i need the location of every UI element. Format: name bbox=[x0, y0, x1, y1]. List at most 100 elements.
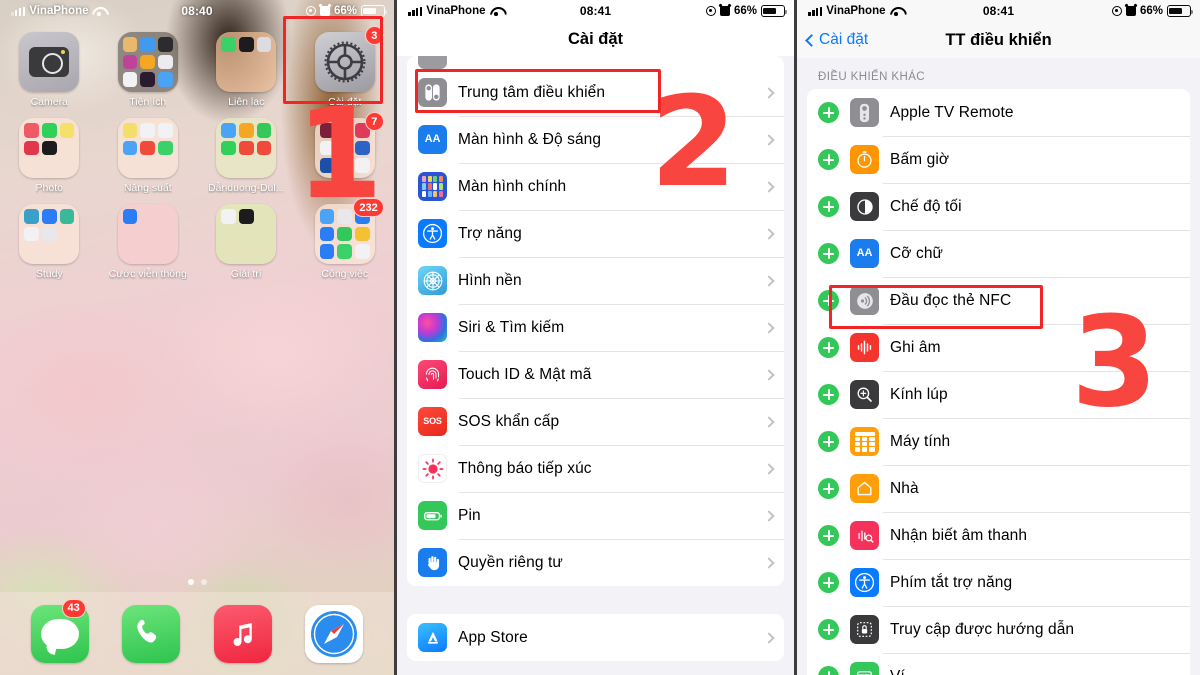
cc-row-text-size[interactable]: AA Cỡ chữ bbox=[807, 230, 1190, 277]
cc-row-nfc-reader[interactable]: Đầu đọc thẻ NFC bbox=[807, 277, 1190, 324]
add-control-button[interactable] bbox=[818, 619, 840, 640]
settings-row-label: Trợ năng bbox=[458, 224, 522, 242]
home-screen-icon bbox=[418, 172, 448, 201]
cc-row-label: Ghi âm bbox=[890, 338, 941, 356]
cc-row-label: Chế độ tối bbox=[890, 197, 962, 215]
alarm-icon bbox=[720, 6, 730, 16]
add-control-button[interactable] bbox=[818, 572, 840, 593]
location-icon bbox=[706, 6, 716, 16]
sos-icon: SOS bbox=[418, 407, 448, 436]
folder-tien-ich[interactable]: Tiện ích bbox=[105, 32, 191, 108]
timer-icon bbox=[850, 145, 880, 174]
add-control-button[interactable] bbox=[818, 290, 840, 311]
dock-app-music[interactable] bbox=[213, 604, 273, 663]
accessibility-icon bbox=[418, 219, 448, 248]
folder-photo[interactable]: Photo bbox=[6, 118, 92, 194]
settings-scroll-area[interactable]: Trung tâm điều khiển AA Màn hình & Độ sá… bbox=[397, 56, 794, 661]
panel-control-center-settings: VinaPhone 08:41 66% Cài đặt TT điều khiể… bbox=[797, 0, 1200, 675]
app-label: Cước viễn thông bbox=[108, 268, 187, 280]
settings-row-home-screen[interactable]: Màn hình chính bbox=[407, 163, 785, 210]
settings-row-touch-id[interactable]: Touch ID & Mật mã bbox=[407, 351, 785, 398]
chevron-right-icon bbox=[763, 556, 775, 569]
chevron-right-icon bbox=[763, 321, 775, 334]
app-camera[interactable]: Camera bbox=[6, 32, 92, 108]
settings-row-control-center[interactable]: Trung tâm điều khiển bbox=[407, 69, 785, 116]
add-control-button[interactable] bbox=[818, 384, 840, 405]
page-dot bbox=[187, 579, 194, 585]
chevron-right-icon bbox=[763, 631, 775, 644]
chevron-right-icon bbox=[763, 180, 775, 193]
settings-row-wallpaper[interactable]: Hình nền bbox=[407, 257, 785, 304]
battery-percent: 66% bbox=[1139, 5, 1163, 17]
folder-nang-suat[interactable]: Năng suất bbox=[105, 118, 191, 194]
app-label: Cài đặt bbox=[328, 96, 362, 108]
settings-row-battery[interactable]: Pin bbox=[407, 492, 785, 539]
cc-row-timer[interactable]: Bấm giờ bbox=[807, 136, 1190, 183]
add-control-button[interactable] bbox=[818, 243, 840, 264]
app-label: Công việc bbox=[321, 268, 369, 280]
battery-percent: 66% bbox=[334, 5, 358, 17]
cc-row-dark-mode[interactable]: Chế độ tối bbox=[807, 183, 1190, 230]
add-control-button[interactable] bbox=[818, 102, 840, 123]
settings-row-display-brightness[interactable]: AA Màn hình & Độ sáng bbox=[407, 116, 785, 163]
settings-row-app-store[interactable]: App Store bbox=[407, 614, 785, 661]
status-bar-right: 66% bbox=[706, 5, 788, 17]
folder-study[interactable]: Study bbox=[6, 204, 92, 280]
cc-row-label: Máy tính bbox=[890, 432, 951, 450]
settings-row-accessibility[interactable]: Trợ năng bbox=[407, 210, 785, 257]
cc-more-controls-group: Apple TV Remote Bấm giờ Chế độ tối AA Cỡ… bbox=[807, 89, 1190, 675]
settings-row-label: Thông báo tiếp xúc bbox=[458, 459, 592, 477]
dock-app-phone[interactable] bbox=[121, 604, 181, 663]
battery-icon bbox=[418, 501, 448, 530]
app-row: Study Cước viễn thông Giải trí 232 Công … bbox=[0, 198, 394, 280]
control-center-icon bbox=[418, 78, 448, 107]
add-control-button[interactable] bbox=[818, 666, 840, 675]
settings-row-label: Siri & Tìm kiếm bbox=[458, 318, 565, 336]
dock-app-safari[interactable] bbox=[304, 604, 364, 663]
app-row: Camera Tiện ích Liên lạc 3 Cài đặt bbox=[0, 26, 394, 108]
cc-row-home-app[interactable]: Nhà bbox=[807, 465, 1190, 512]
settings-row-emergency-sos[interactable]: SOS SOS khẩn cấp bbox=[407, 398, 785, 445]
siri-icon bbox=[418, 313, 448, 342]
alarm-icon bbox=[1125, 6, 1136, 16]
chevron-right-icon bbox=[763, 227, 775, 240]
back-button[interactable]: Cài đặt bbox=[805, 31, 868, 49]
cc-row-accessibility-shortcut[interactable]: Phím tắt trợ năng bbox=[807, 559, 1190, 606]
guided-access-icon bbox=[850, 615, 880, 644]
dock-app-messages[interactable]: 43 bbox=[30, 598, 90, 663]
folder-cong-viec[interactable]: 232 Công việc bbox=[302, 198, 388, 280]
cc-row-label: Nhận biết âm thanh bbox=[890, 526, 1028, 544]
cc-row-guided-access[interactable]: Truy cập được hướng dẫn bbox=[807, 606, 1190, 653]
app-label: Liên lạc bbox=[228, 96, 265, 108]
folder-dan-duong[interactable]: Dẫnduong-Dul... bbox=[203, 118, 289, 194]
section-header-more-controls: ĐIỀU KHIỂN KHÁC bbox=[818, 71, 925, 83]
settings-row-exposure-notifications[interactable]: Thông báo tiếp xúc bbox=[407, 445, 785, 492]
add-control-button[interactable] bbox=[818, 431, 840, 452]
badge-count: 3 bbox=[364, 26, 384, 45]
folder-icon bbox=[117, 204, 178, 264]
add-control-button[interactable] bbox=[818, 337, 840, 358]
folder-lien-lac[interactable]: Liên lạc bbox=[203, 32, 289, 108]
cc-row-wallet[interactable]: Ví bbox=[807, 653, 1190, 675]
cc-row-calculator[interactable]: Máy tính bbox=[807, 418, 1190, 465]
settings-row-label: Touch ID & Mật mã bbox=[458, 365, 592, 383]
cc-row-voice-memos[interactable]: Ghi âm bbox=[807, 324, 1190, 371]
settings-row-siri-search[interactable]: Siri & Tìm kiếm bbox=[407, 304, 785, 351]
app-cai-dat[interactable]: 3 Cài đặt bbox=[302, 26, 388, 108]
cc-row-apple-tv-remote[interactable]: Apple TV Remote bbox=[807, 89, 1190, 136]
add-control-button[interactable] bbox=[818, 149, 840, 170]
cc-row-sound-recognition[interactable]: Nhận biết âm thanh bbox=[807, 512, 1190, 559]
folder-financial[interactable]: 7 Financial bbox=[302, 112, 388, 194]
add-control-button[interactable] bbox=[818, 478, 840, 499]
add-control-button[interactable] bbox=[818, 525, 840, 546]
nfc-reader-icon bbox=[850, 286, 880, 315]
folder-icon bbox=[19, 118, 80, 178]
cc-row-magnifier[interactable]: Kính lúp bbox=[807, 371, 1190, 418]
settings-row-label: Màn hình & Độ sáng bbox=[458, 130, 602, 148]
folder-cuoc-vien-thong[interactable]: Cước viễn thông bbox=[105, 204, 191, 280]
folder-giai-tri[interactable]: Giải trí bbox=[203, 204, 289, 280]
chevron-right-icon bbox=[763, 133, 775, 146]
settings-row-privacy[interactable]: Quyền riêng tư bbox=[407, 539, 785, 586]
badge-count: 232 bbox=[353, 198, 384, 217]
add-control-button[interactable] bbox=[818, 196, 840, 217]
